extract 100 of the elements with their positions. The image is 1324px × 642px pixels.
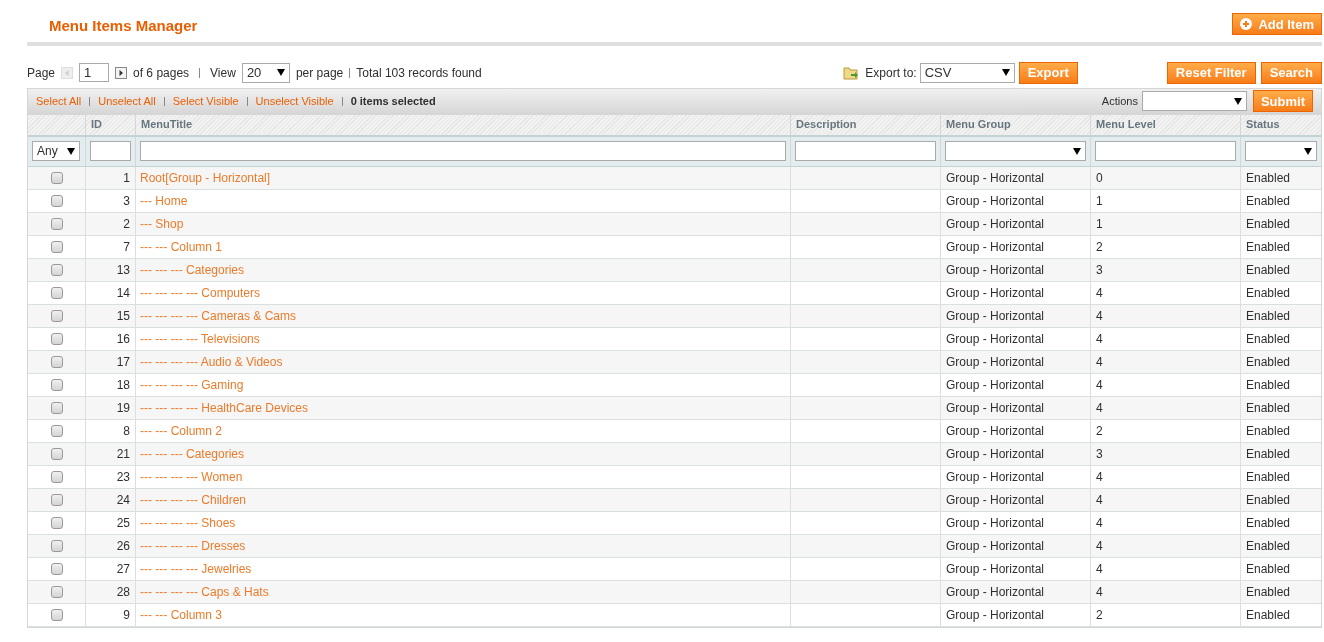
menu-title-link[interactable]: --- --- --- Categories (140, 260, 244, 279)
row-checkbox[interactable] (50, 286, 63, 299)
filter-field[interactable] (1095, 141, 1236, 161)
id-cell: 17 (86, 350, 136, 373)
menu-title-link[interactable]: --- --- --- --- HealthCare Devices (140, 398, 308, 417)
status-cell-text: Enabled (1245, 399, 1292, 417)
row-checkbox[interactable] (50, 562, 63, 575)
menu-level-cell: 2 (1091, 419, 1241, 442)
submit-button[interactable]: Submit (1252, 90, 1313, 112)
menu-group-cell: Group - Horizontal (941, 488, 1091, 511)
status-cell-text: Enabled (1245, 353, 1292, 371)
filter-field[interactable] (795, 141, 936, 161)
menu-title-link[interactable]: --- --- Column 3 (140, 605, 222, 624)
menu-title-link[interactable]: --- --- --- --- Shoes (140, 513, 236, 532)
view-label: View (210, 64, 236, 82)
menu-level-cell: 2 (1091, 235, 1241, 258)
selected-count: 0 items selected (350, 93, 436, 109)
filter-select[interactable] (945, 141, 1086, 161)
id-cell: 28 (86, 580, 136, 603)
row-checkbox[interactable] (50, 194, 63, 207)
row-checkbox[interactable] (50, 263, 63, 276)
menu-group-cell: Group - Horizontal (941, 534, 1091, 557)
row-checkbox[interactable] (50, 378, 63, 391)
row-checkbox[interactable] (50, 171, 63, 184)
menu-level-cell: 4 (1091, 327, 1241, 350)
id-cell: 21 (86, 442, 136, 465)
column-header[interactable]: ID (86, 114, 136, 135)
row-checkbox[interactable] (50, 539, 63, 552)
column-header[interactable]: MenuTitle (136, 114, 791, 135)
mass-select-link[interactable]: Select Visible (172, 92, 239, 110)
menu-level-cell: 4 (1091, 488, 1241, 511)
page-title: Menu Items Manager (48, 16, 198, 36)
row-checkbox[interactable] (50, 585, 63, 598)
row-checkbox[interactable] (50, 493, 63, 506)
reset-filter-button[interactable]: Reset Filter (1166, 61, 1256, 84)
page-number-field[interactable]: 1 (79, 63, 110, 82)
menu-group-cell: Group - Horizontal (941, 419, 1091, 442)
filter-field[interactable] (140, 141, 786, 161)
menu-title-link[interactable]: --- --- --- --- Women (140, 467, 243, 486)
menu-title-link[interactable]: --- --- --- --- Computers (140, 283, 260, 302)
filter-select[interactable] (1245, 141, 1317, 161)
actions-select[interactable] (1141, 91, 1247, 111)
menu-level-cell: 3 (1091, 442, 1241, 465)
column-header[interactable]: Menu Level (1091, 114, 1241, 135)
per-page-select[interactable]: 20 (241, 62, 290, 83)
mass-select-link[interactable]: Select All (36, 92, 82, 110)
export-button[interactable]: Export (1018, 61, 1078, 84)
menu-title-link[interactable]: --- --- --- --- Televisions (140, 329, 260, 348)
row-checkbox[interactable] (50, 355, 63, 368)
mass-select-link[interactable]: Unselect All (98, 92, 156, 110)
row-checkbox[interactable] (50, 240, 63, 253)
add-item-button[interactable]: Add Item (1232, 13, 1322, 36)
column-header[interactable]: Menu Group (941, 114, 1091, 135)
column-header[interactable]: Description (791, 114, 941, 135)
dropdown-caret-icon (67, 147, 75, 155)
row-checkbox[interactable] (50, 217, 63, 230)
row-checkbox[interactable] (50, 332, 63, 345)
status-cell-text: Enabled (1245, 169, 1292, 187)
menu-level-cell: 2 (1091, 603, 1241, 626)
menu-group-cell: Group - Horizontal (941, 557, 1091, 580)
row-checkbox[interactable] (50, 447, 63, 460)
menu-title-link[interactable]: --- --- --- Categories (140, 444, 244, 463)
menu-group-cell: Group - Horizontal (941, 304, 1091, 327)
previous-page-icon[interactable] (61, 66, 74, 79)
menu-title-link[interactable]: --- --- --- --- Audio & Videos (140, 352, 283, 371)
export-format-select[interactable]: CSV (919, 62, 1015, 83)
id-cell: 7 (86, 235, 136, 258)
row-checkbox[interactable] (50, 516, 63, 529)
status-cell-text: Enabled (1245, 261, 1292, 279)
checkbox-filter-select[interactable]: Any (32, 141, 80, 161)
per-page-label: per page (295, 64, 344, 82)
menu-title-link[interactable]: --- --- --- --- Gaming (140, 375, 244, 394)
filter-field[interactable] (90, 141, 131, 161)
menu-level-cell: 3 (1091, 258, 1241, 281)
menu-title-link[interactable]: Root[Group - Horizontal] (140, 168, 271, 187)
menu-title-link[interactable]: --- Home (140, 191, 188, 210)
status-cell-text: Enabled (1245, 422, 1292, 440)
search-button[interactable]: Search (1260, 61, 1322, 84)
row-checkbox[interactable] (50, 309, 63, 322)
next-page-icon[interactable] (115, 66, 128, 79)
menu-title-link[interactable]: --- --- --- --- Children (140, 490, 246, 509)
row-checkbox[interactable] (50, 470, 63, 483)
menu-level-cell: 4 (1091, 511, 1241, 534)
menu-title-link[interactable]: --- Shop (140, 214, 184, 233)
menu-level-cell: 4 (1091, 465, 1241, 488)
column-header[interactable]: Status (1241, 114, 1321, 135)
menu-level-cell: 0 (1091, 166, 1241, 189)
menu-title-link[interactable]: --- --- Column 2 (140, 421, 222, 440)
menu-title-link[interactable]: --- --- --- --- Cameras & Cams (140, 306, 296, 325)
menu-title-link[interactable]: --- --- --- --- Caps & Hats (140, 582, 269, 601)
status-cell-text: Enabled (1245, 284, 1292, 302)
status-cell-text: Enabled (1245, 583, 1292, 601)
menu-title-link[interactable]: --- --- --- --- Jewelries (140, 559, 252, 578)
row-checkbox[interactable] (50, 401, 63, 414)
row-checkbox[interactable] (50, 424, 63, 437)
menu-title-link[interactable]: --- --- --- --- Dresses (140, 536, 246, 555)
dropdown-caret-icon (1304, 147, 1312, 155)
row-checkbox[interactable] (50, 608, 63, 621)
menu-title-link[interactable]: --- --- Column 1 (140, 237, 222, 256)
mass-select-link[interactable]: Unselect Visible (255, 92, 334, 110)
